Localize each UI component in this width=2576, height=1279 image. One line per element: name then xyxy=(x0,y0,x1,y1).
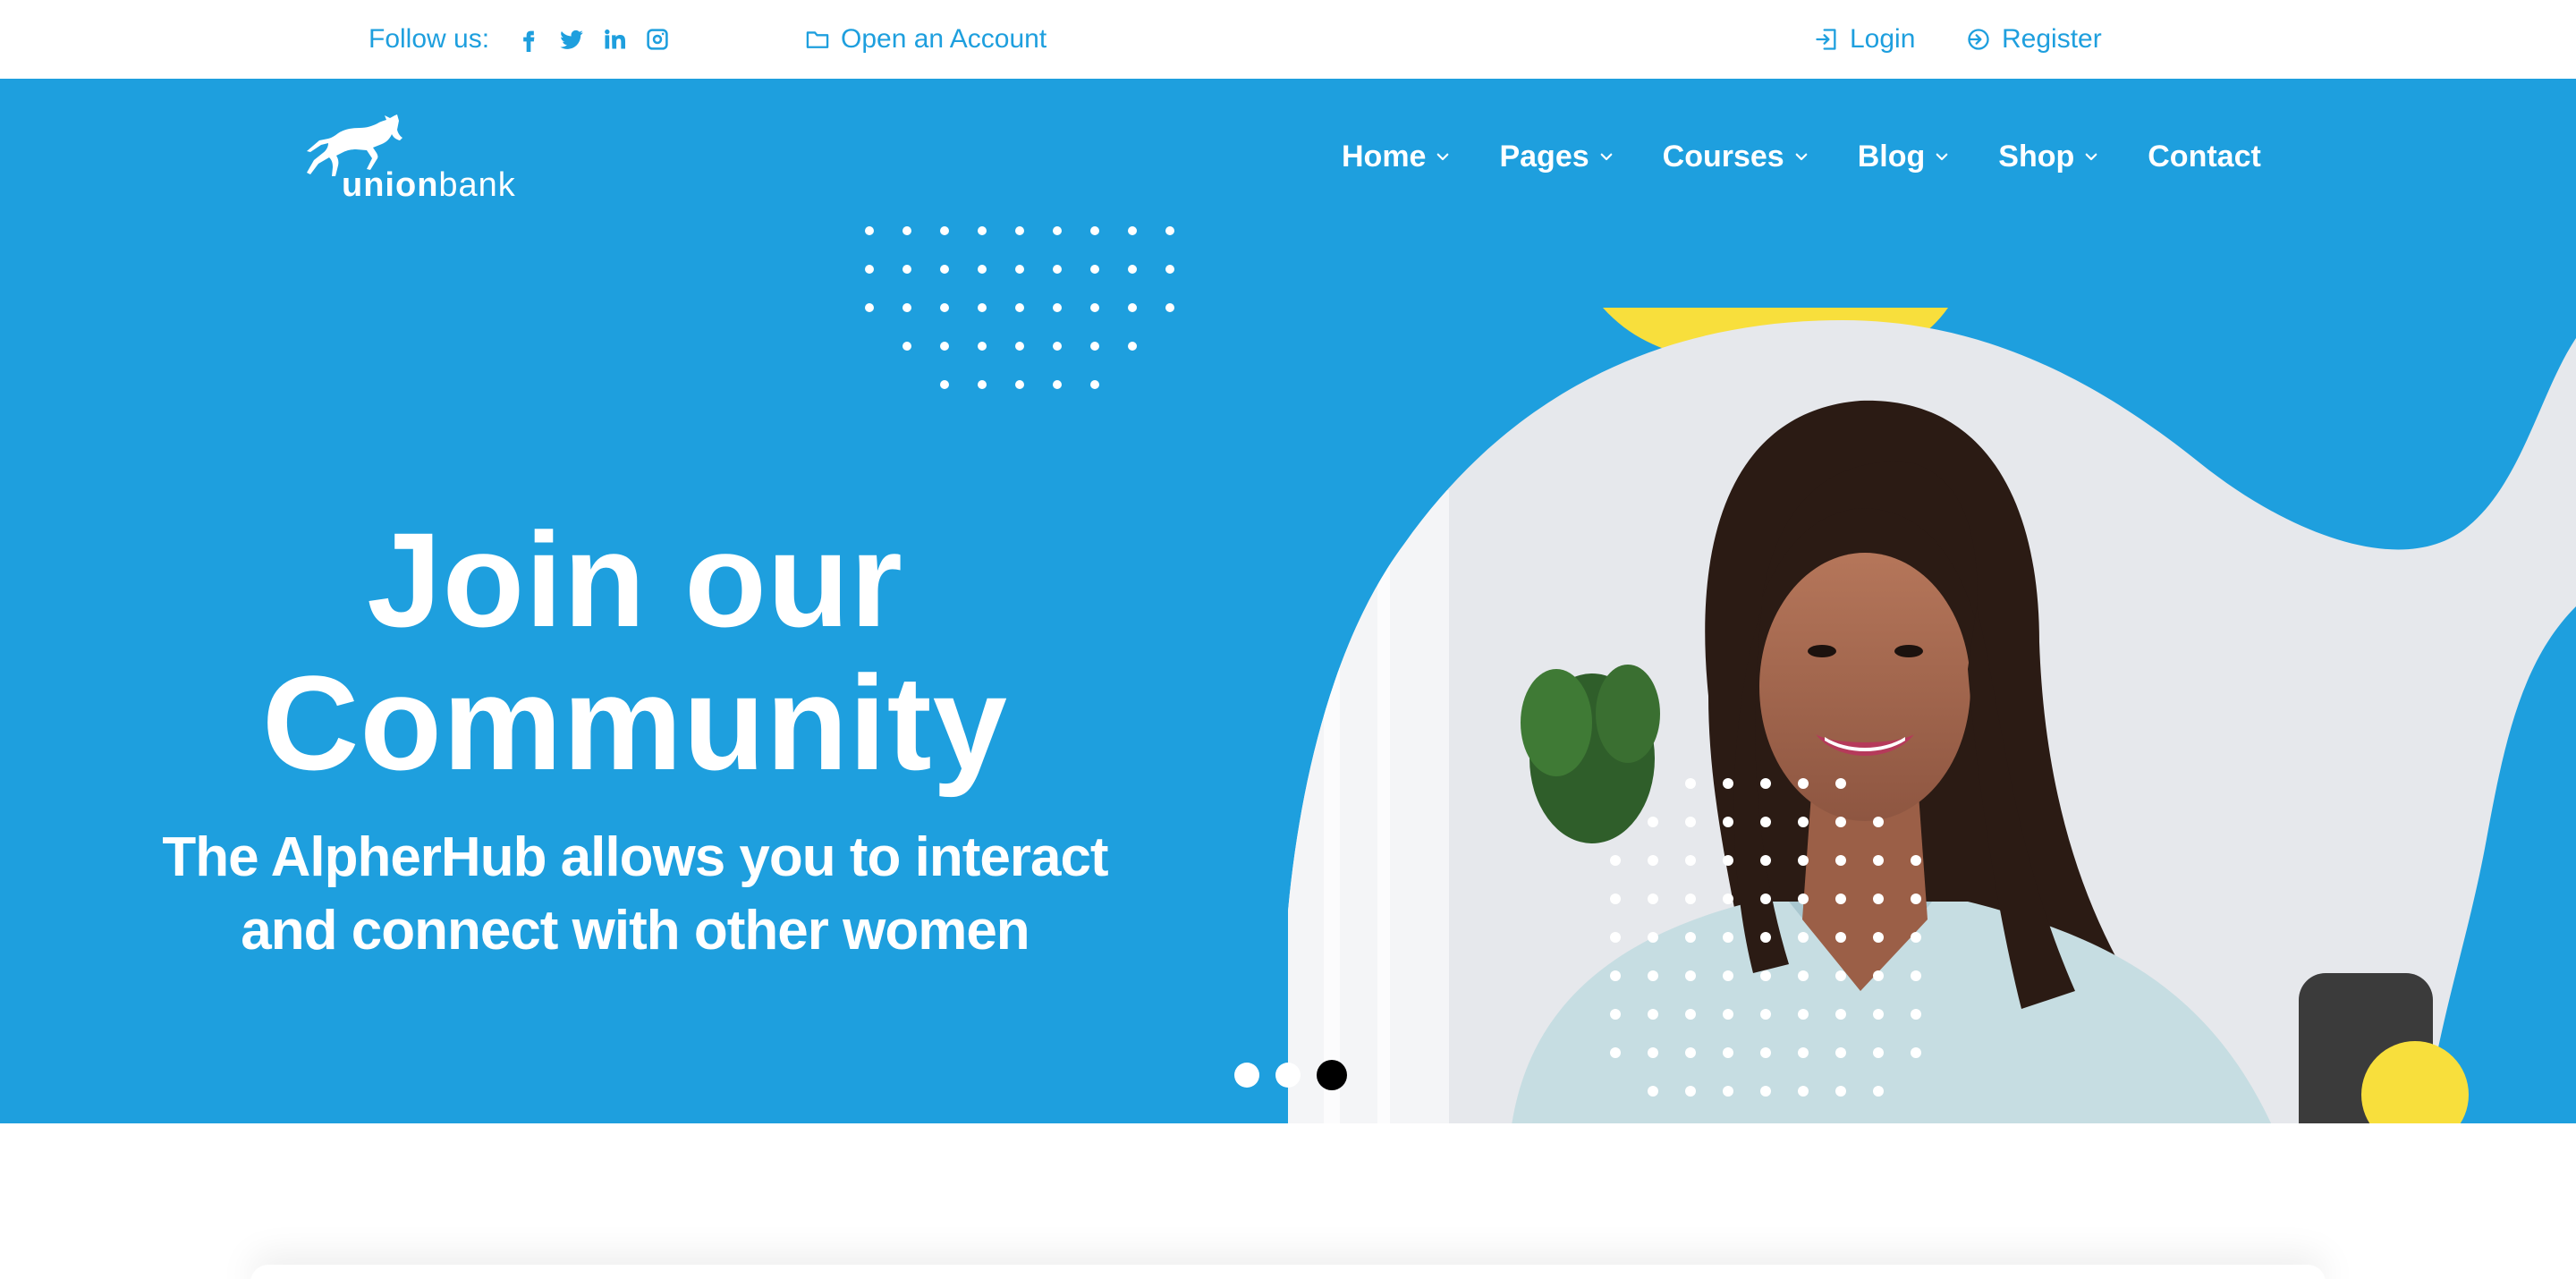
nav-item-label: Home xyxy=(1342,139,1427,174)
nav-item-pages[interactable]: Pages xyxy=(1499,140,1614,174)
content-section xyxy=(0,1123,2576,1279)
login-link[interactable]: Login xyxy=(1814,21,1915,57)
nav-item-contact[interactable]: Contact xyxy=(2148,140,2261,174)
hero-subtitle: The AlpherHub allows you to interact and… xyxy=(125,821,1145,968)
hero-subtitle-line-2: and connect with other women xyxy=(241,900,1030,961)
register-label: Register xyxy=(2002,24,2102,54)
social-follow-group: Follow us: xyxy=(369,21,670,57)
hero-title-line-1: Join our xyxy=(367,504,903,655)
top-utility-bar: Follow us: Open an Account Login Registe… xyxy=(0,0,2576,79)
nav-item-label: Blog xyxy=(1857,139,1926,174)
nav-item-blog[interactable]: Blog xyxy=(1858,140,1951,174)
hero-title-line-2: Community xyxy=(262,648,1008,798)
brand-name-bold: union xyxy=(342,166,439,204)
content-card xyxy=(250,1265,2326,1279)
decorative-dot-pattern-overlay xyxy=(1610,778,1921,1097)
brand-name-light: bank xyxy=(438,166,516,204)
hero-banner: unionbank Home Pages Courses Blog Shop C… xyxy=(0,79,2576,1123)
chevron-down-icon xyxy=(1795,153,1808,161)
linkedin-icon[interactable] xyxy=(602,27,627,52)
open-account-link[interactable]: Open an Account xyxy=(805,21,1046,57)
chevron-down-icon xyxy=(2085,153,2097,161)
nav-item-label: Contact xyxy=(2148,139,2261,174)
carousel-dot[interactable] xyxy=(1234,1063,1259,1088)
twitter-icon[interactable] xyxy=(559,27,584,52)
nav-item-label: Shop xyxy=(1998,139,2075,174)
nav-item-label: Pages xyxy=(1499,139,1589,174)
facebook-icon[interactable] xyxy=(516,27,541,52)
register-link[interactable]: Register xyxy=(1966,21,2102,57)
nav-item-shop[interactable]: Shop xyxy=(1998,140,2099,174)
brand-wordmark: unionbank xyxy=(342,166,516,205)
chevron-down-icon xyxy=(1437,153,1449,161)
register-icon xyxy=(1968,29,1989,50)
login-icon xyxy=(1816,29,1836,50)
follow-us-label: Follow us: xyxy=(369,24,490,54)
carousel-dot[interactable] xyxy=(1317,1060,1347,1090)
hero-title: Join our Community xyxy=(197,508,1073,794)
nav-item-label: Courses xyxy=(1662,139,1784,174)
folder-icon xyxy=(806,31,829,48)
open-account-label: Open an Account xyxy=(841,24,1047,54)
chevron-down-icon xyxy=(1936,153,1948,161)
login-label: Login xyxy=(1850,24,1916,54)
decorative-dot-pattern xyxy=(865,226,1174,389)
main-nav: Home Pages Courses Blog Shop Contact xyxy=(1342,134,2261,179)
unionbank-logo[interactable]: unionbank xyxy=(292,111,515,209)
hero-subtitle-line-1: The AlpherHub allows you to interact xyxy=(162,826,1108,888)
chevron-down-icon xyxy=(1600,153,1613,161)
carousel-dot[interactable] xyxy=(1275,1063,1301,1088)
carousel-pagination xyxy=(1234,1060,1347,1090)
nav-item-courses[interactable]: Courses xyxy=(1663,140,1809,174)
instagram-icon[interactable] xyxy=(645,27,670,52)
nav-item-home[interactable]: Home xyxy=(1342,140,1451,174)
